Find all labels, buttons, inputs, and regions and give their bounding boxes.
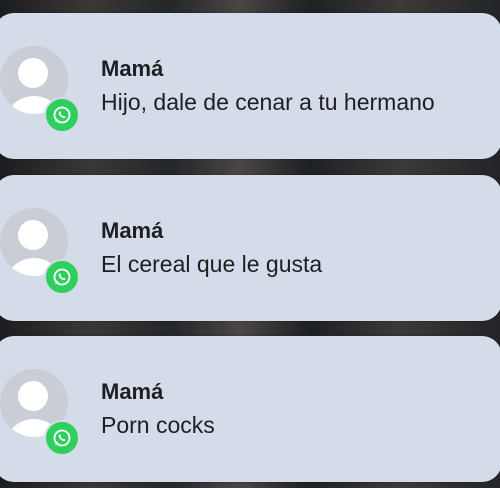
whatsapp-icon	[44, 420, 80, 456]
whatsapp-icon	[44, 259, 80, 295]
notification-sender: Mamá	[101, 218, 164, 243]
avatar-head	[18, 381, 48, 411]
notification-card[interactable]: Mamá El cereal que le gusta	[0, 175, 500, 321]
notification-card[interactable]: Mamá Hijo, dale de cenar a tu hermano	[0, 13, 500, 159]
notification-sender: Mamá	[101, 379, 164, 404]
notification-card[interactable]: Mamá Porn cocks	[0, 336, 500, 482]
avatar-head	[18, 220, 48, 250]
whatsapp-icon	[44, 97, 80, 133]
notification-message: Hijo, dale de cenar a tu hermano	[101, 89, 435, 115]
notification-message: El cereal que le gusta	[101, 251, 323, 277]
notification-sender: Mamá	[101, 56, 164, 81]
notification-message: Porn cocks	[101, 412, 215, 438]
avatar-head	[18, 58, 48, 88]
